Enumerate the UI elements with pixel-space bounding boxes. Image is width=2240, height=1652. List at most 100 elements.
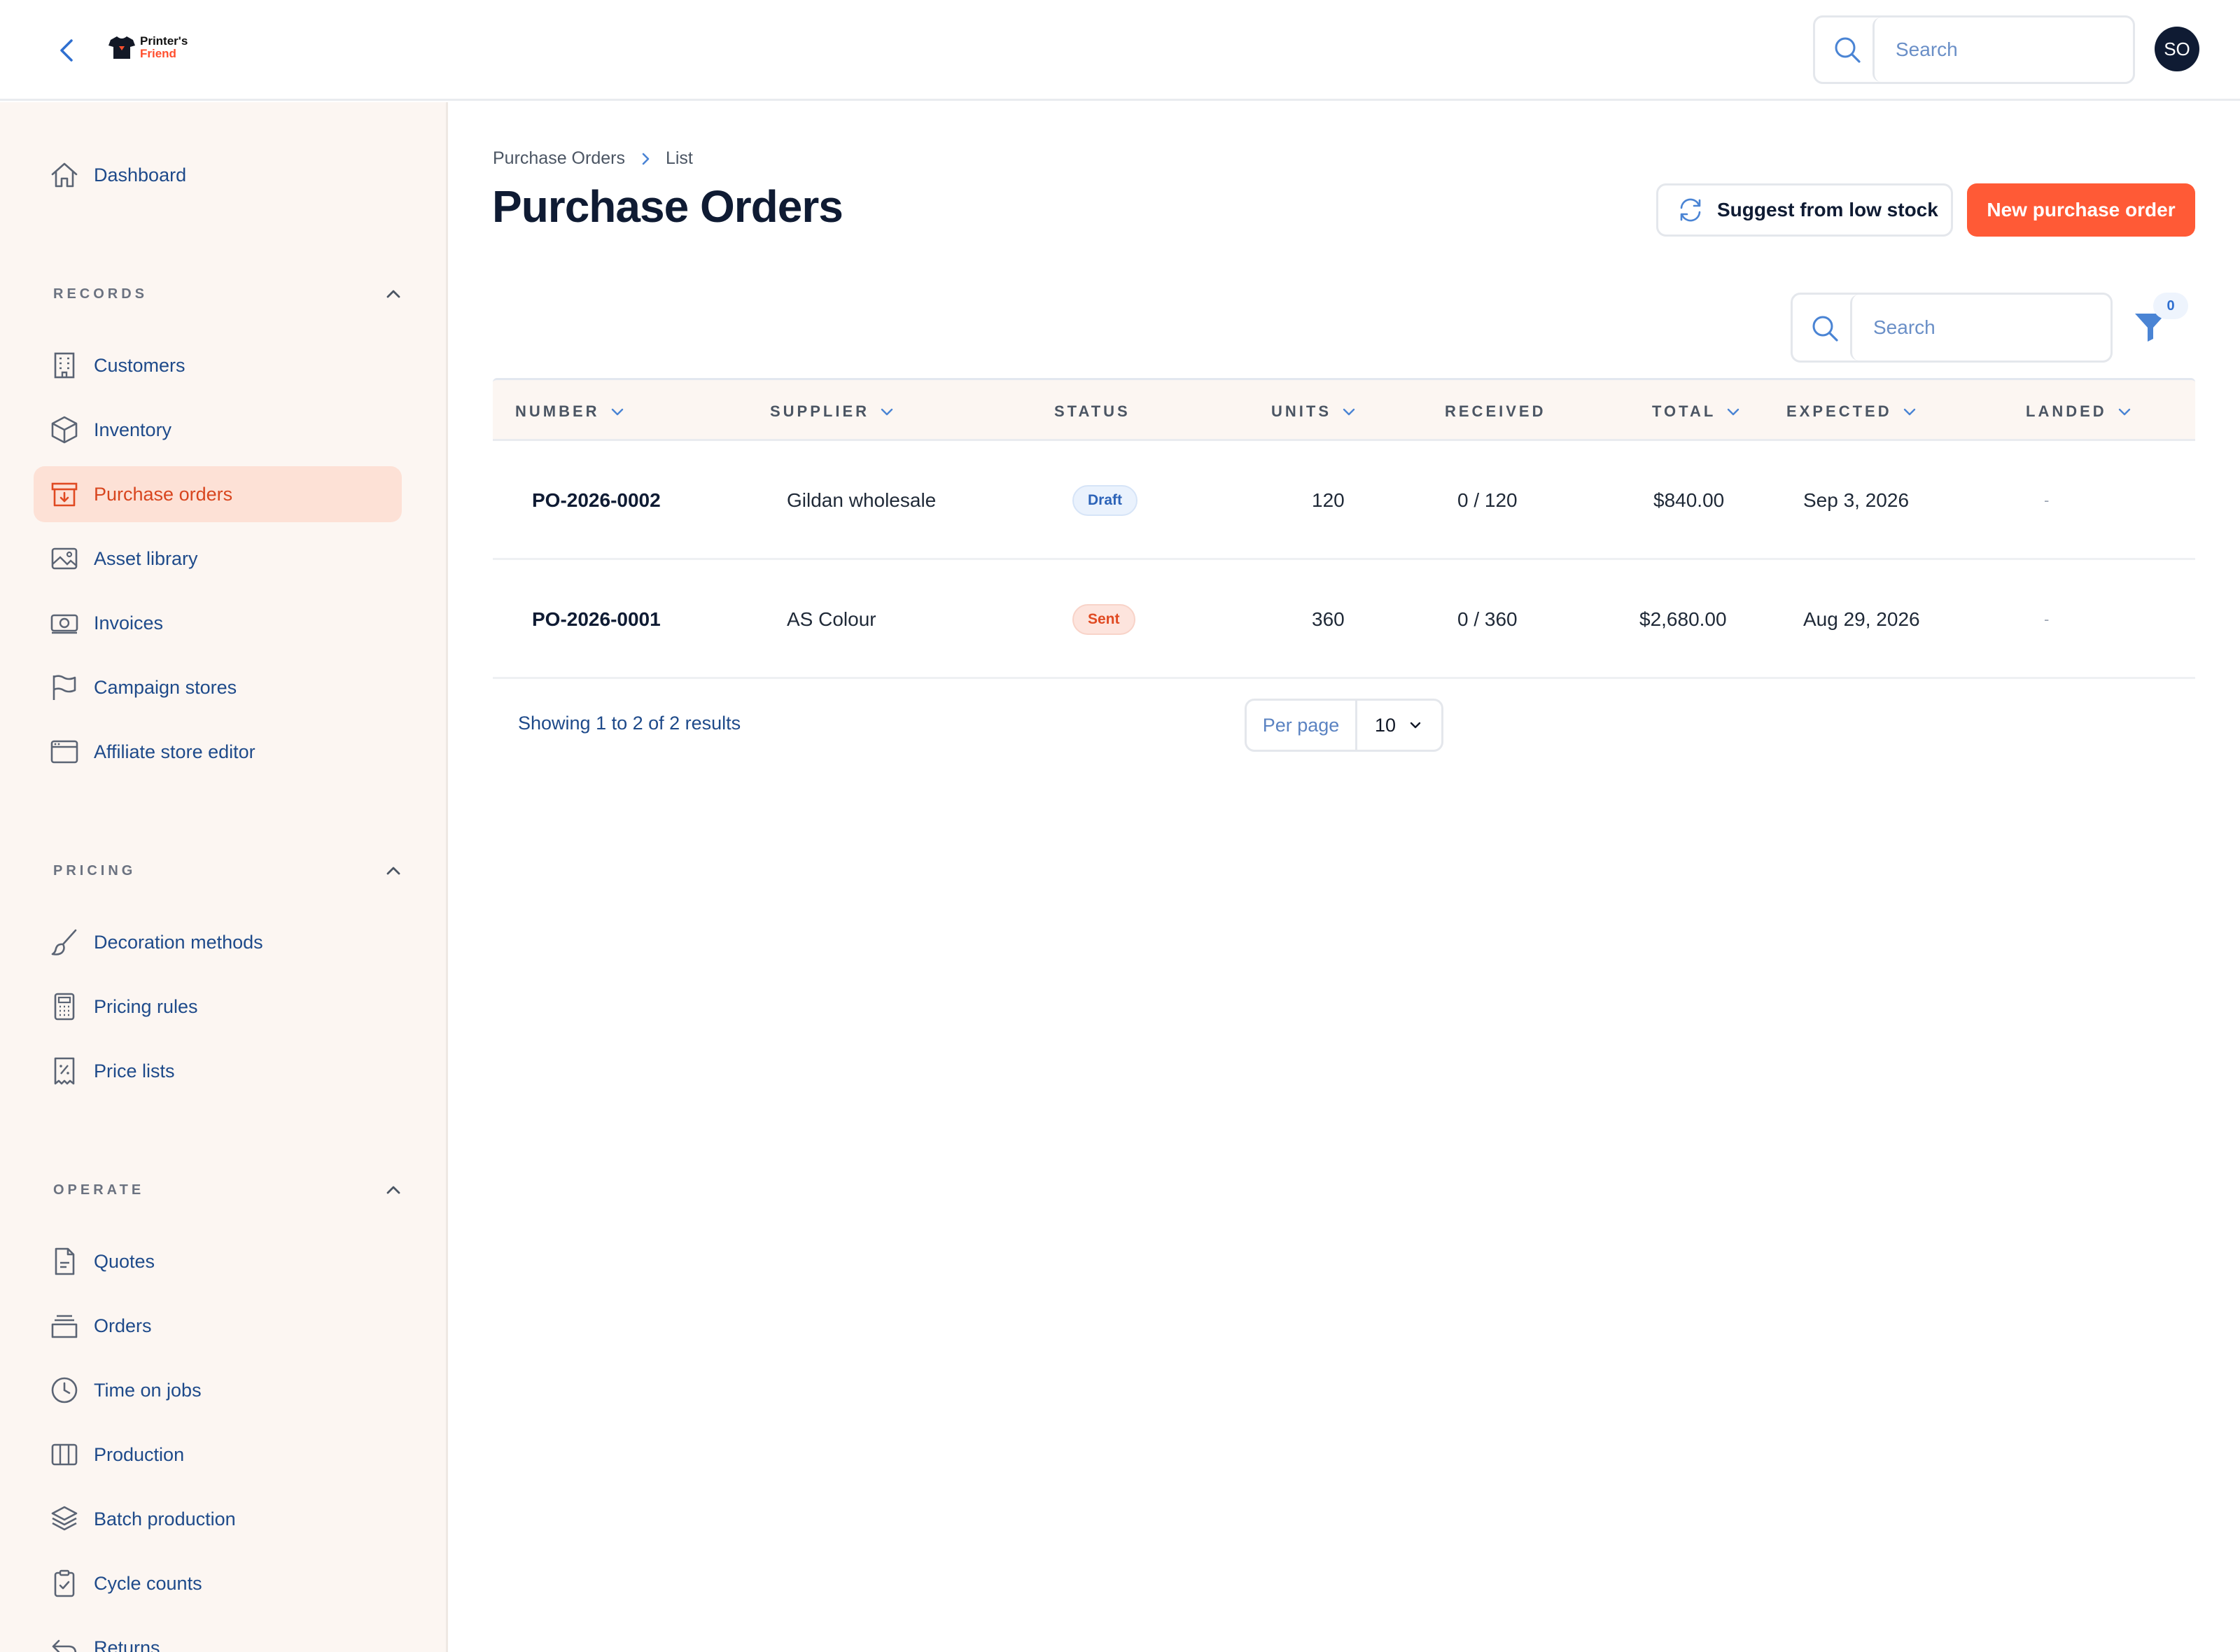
sidebar-item-time-on-jobs[interactable]: Time on jobs <box>34 1362 402 1418</box>
browser-window-icon <box>48 735 81 769</box>
sidebar-item-affiliate-store-editor[interactable]: Affiliate store editor <box>34 724 402 780</box>
column-header-units[interactable]: UNITS <box>1271 380 1358 443</box>
sidebar-item-inventory[interactable]: Inventory <box>34 402 402 458</box>
section-header-records[interactable]: RECORDS <box>53 280 403 308</box>
cell-total: $840.00 <box>1653 489 1725 511</box>
global-search-input[interactable]: Search <box>1872 18 2133 82</box>
sidebar-item-dashboard[interactable]: Dashboard <box>34 147 402 203</box>
column-header-expected[interactable]: EXPECTED <box>1786 380 1919 443</box>
purchase-orders-table: NUMBER SUPPLIER STATUS UNITS RECEIVED TO… <box>493 378 2195 679</box>
suggest-button-label: Suggest from low stock <box>1717 199 1938 220</box>
sidebar-item-pricing-rules[interactable]: Pricing rules <box>34 979 402 1035</box>
sidebar-item-customers[interactable]: Customers <box>34 337 402 393</box>
sidebar-item-purchase-orders[interactable]: Purchase orders <box>34 466 402 522</box>
sidebar: Dashboard RECORDS Customers Inventory Pu… <box>0 102 448 1652</box>
cell-number[interactable]: PO-2026-0001 <box>532 560 661 679</box>
table-header: NUMBER SUPPLIER STATUS UNITS RECEIVED TO… <box>493 378 2195 441</box>
sidebar-item-label: Purchase orders <box>94 483 233 505</box>
global-search[interactable]: Search <box>1813 15 2135 84</box>
per-page-dropdown[interactable]: 10 <box>1357 701 1441 750</box>
sidebar-item-campaign-stores[interactable]: Campaign stores <box>34 659 402 715</box>
sidebar-item-asset-library[interactable]: Asset library <box>34 531 402 587</box>
cell-units: 120 <box>1312 489 1345 511</box>
suggest-from-low-stock-button[interactable]: Suggest from low stock <box>1656 183 1953 237</box>
cell-received: 0 / 360 <box>1457 608 1518 630</box>
breadcrumb: Purchase Orders List <box>493 148 693 169</box>
sidebar-item-batch-production[interactable]: Batch production <box>34 1491 402 1547</box>
chevron-down-icon <box>881 408 893 416</box>
section-title: PRICING <box>53 862 136 878</box>
document-icon <box>48 1245 81 1278</box>
sidebar-item-label: Orders <box>94 1315 152 1336</box>
table-row[interactable]: PO-2026-0002 Gildan wholesale Draft 120 … <box>493 441 2195 560</box>
building-icon <box>48 349 81 382</box>
box-icon <box>48 413 81 447</box>
columns-icon <box>48 1438 81 1471</box>
sidebar-item-label: Dashboard <box>94 164 187 186</box>
chevron-down-icon <box>1728 408 1740 416</box>
cash-icon <box>48 606 81 640</box>
cell-number[interactable]: PO-2026-0002 <box>532 441 661 560</box>
chevron-left-icon <box>60 39 73 62</box>
sidebar-item-label: Asset library <box>94 547 198 569</box>
filter-count-badge: 0 <box>2153 293 2188 319</box>
brand-line-2: Friend <box>140 47 176 60</box>
avatar[interactable]: SO <box>2155 27 2199 71</box>
breadcrumb-current: List <box>665 148 693 168</box>
sidebar-item-label: Invoices <box>94 612 164 634</box>
column-label: NUMBER <box>515 402 600 420</box>
table-row[interactable]: PO-2026-0001 AS Colour Sent 360 0 / 360 … <box>493 560 2195 679</box>
receipt-percent-icon <box>48 1054 81 1088</box>
column-header-total[interactable]: TOTAL <box>1652 380 1742 443</box>
sidebar-item-label: Pricing rules <box>94 995 198 1017</box>
search-icon <box>1812 316 1838 342</box>
column-label: TOTAL <box>1652 402 1716 420</box>
sidebar-item-label: Decoration methods <box>94 931 263 953</box>
home-icon <box>48 158 81 192</box>
cell-landed: - <box>2044 491 2050 509</box>
sidebar-item-decoration-methods[interactable]: Decoration methods <box>34 914 402 970</box>
sidebar-item-label: Returns <box>94 1637 160 1652</box>
page-title: Purchase Orders <box>492 181 844 232</box>
table-search[interactable]: Search <box>1791 293 2113 363</box>
chevron-up-icon <box>386 1186 400 1194</box>
results-summary: Showing 1 to 2 of 2 results <box>518 713 741 734</box>
section-header-operate[interactable]: OPERATE <box>53 1176 403 1204</box>
chevron-down-icon <box>611 408 623 416</box>
layers-icon <box>48 1502 81 1536</box>
column-label: SUPPLIER <box>770 402 870 420</box>
column-header-received: RECEIVED <box>1445 380 1546 443</box>
per-page-select[interactable]: Per page 10 <box>1245 699 1443 752</box>
back-button[interactable] <box>50 34 84 67</box>
column-header-supplier[interactable]: SUPPLIER <box>770 380 896 443</box>
sidebar-item-price-lists[interactable]: Price lists <box>34 1043 402 1099</box>
breadcrumb-parent-link[interactable]: Purchase Orders <box>493 148 625 169</box>
return-arrow-icon <box>48 1631 81 1652</box>
sidebar-item-label: Quotes <box>94 1250 155 1272</box>
search-icon <box>1835 37 1861 63</box>
cell-status: Draft <box>1072 441 1138 560</box>
new-purchase-order-button[interactable]: New purchase order <box>1967 183 2195 237</box>
column-header-landed[interactable]: LANDED <box>2026 380 2134 443</box>
sidebar-item-cycle-counts[interactable]: Cycle counts <box>34 1555 402 1611</box>
sidebar-item-orders[interactable]: Orders <box>34 1298 402 1354</box>
brand-logo[interactable]: Printer's Friend <box>108 35 188 60</box>
sidebar-item-label: Cycle counts <box>94 1572 202 1594</box>
image-icon <box>48 542 81 575</box>
sidebar-item-production[interactable]: Production <box>34 1427 402 1483</box>
sidebar-item-quotes[interactable]: Quotes <box>34 1233 402 1289</box>
column-label: EXPECTED <box>1786 402 1892 420</box>
cell-supplier: Gildan wholesale <box>787 489 937 511</box>
refresh-icon <box>1680 198 1701 222</box>
column-label: RECEIVED <box>1445 402 1546 420</box>
status-badge: Draft <box>1072 485 1138 516</box>
column-header-status: STATUS <box>1054 380 1130 443</box>
section-header-pricing[interactable]: PRICING <box>53 857 403 885</box>
tray-stack-icon <box>48 1309 81 1343</box>
column-header-number[interactable]: NUMBER <box>515 380 626 443</box>
chevron-right-icon <box>642 153 650 164</box>
sidebar-item-returns[interactable]: Returns <box>34 1620 402 1652</box>
table-search-input[interactable]: Search <box>1850 295 2110 360</box>
sidebar-item-invoices[interactable]: Invoices <box>34 595 402 651</box>
cell-total: $2,680.00 <box>1639 608 1727 630</box>
